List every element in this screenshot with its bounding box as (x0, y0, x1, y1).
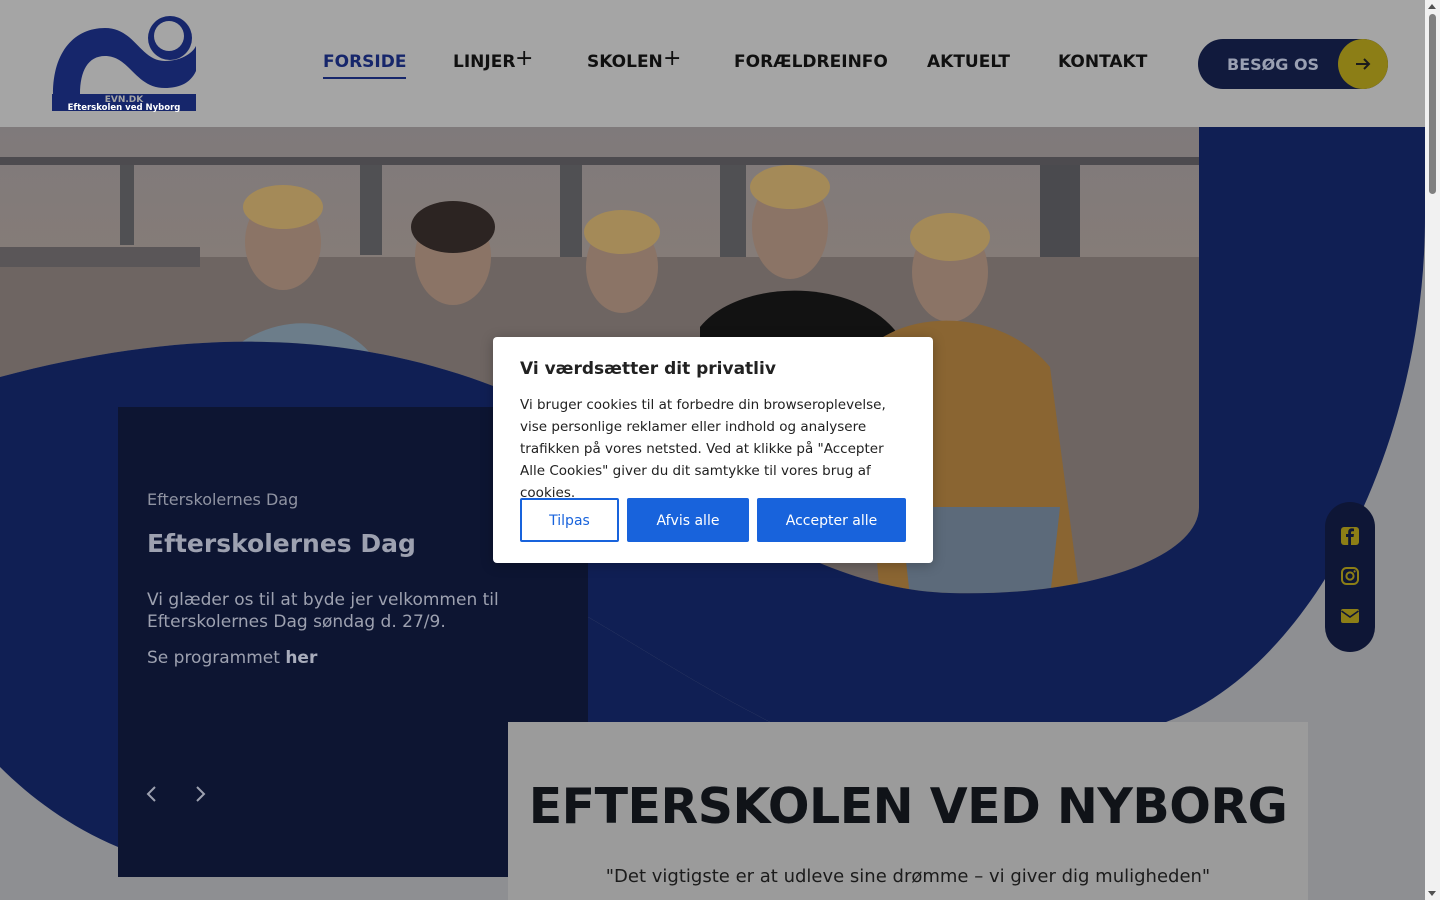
scroll-up-icon[interactable] (1428, 4, 1436, 9)
chevron-right-icon[interactable] (188, 782, 212, 806)
linjer-expand-icon[interactable]: + (515, 46, 533, 71)
school-heading: EFTERSKOLEN VED NYBORG (528, 778, 1288, 835)
nav-forside[interactable]: FORSIDE (323, 52, 407, 79)
chevron-left-icon[interactable] (140, 782, 164, 806)
mail-icon[interactable] (1340, 606, 1360, 626)
school-title-panel: EFTERSKOLEN VED NYBORG "Det vigtigste er… (508, 722, 1308, 900)
cookie-title: Vi værdsætter dit privatliv (520, 359, 776, 379)
visit-us-label: BESØG OS (1227, 55, 1320, 74)
cookie-customize-button[interactable]: Tilpas (520, 498, 619, 542)
cookie-text: Vi bruger cookies til at forbedre din br… (520, 397, 886, 501)
social-links (1325, 502, 1375, 652)
cookie-accept-button[interactable]: Accepter alle (757, 498, 906, 542)
arrow-right-icon (1338, 39, 1388, 89)
nav-foraeldreinfo[interactable]: FORÆLDREINFO (734, 52, 888, 72)
cookie-consent-dialog: Vi værdsætter dit privatliv Vi bruger co… (493, 337, 933, 563)
skolen-expand-icon[interactable]: + (663, 46, 681, 71)
event-program-line: Se programmet her (147, 648, 317, 668)
scrollbar-thumb[interactable] (1429, 14, 1436, 194)
event-body: Vi glæder os til at byde jer velkommen t… (147, 590, 499, 632)
school-logo[interactable]: EVN.DK Efterskolen ved Nyborg (50, 16, 197, 112)
page-scrollbar[interactable] (1425, 0, 1440, 900)
school-quote: "Det vigtigste er at udleve sine drømme … (605, 866, 1211, 887)
visit-us-button[interactable]: BESØG OS (1198, 39, 1388, 89)
event-title: Efterskolernes Dag (147, 529, 416, 558)
event-eyebrow: Efterskolernes Dag (147, 490, 299, 509)
cookie-reject-button[interactable]: Afvis alle (627, 498, 749, 542)
instagram-icon[interactable] (1340, 566, 1360, 586)
nav-skolen[interactable]: SKOLEN (587, 52, 663, 72)
event-program-link[interactable]: her (285, 648, 317, 668)
event-program-prefix: Se programmet (147, 648, 280, 668)
nav-linjer[interactable]: LINJER (453, 52, 515, 72)
site-header: EVN.DK Efterskolen ved Nyborg FORSIDE LI… (0, 0, 1425, 127)
scroll-down-icon[interactable] (1428, 891, 1436, 896)
nav-aktuelt[interactable]: AKTUELT (927, 52, 1010, 72)
logo-school-name: Efterskolen ved Nyborg (68, 103, 181, 112)
nav-kontakt[interactable]: KONTAKT (1058, 52, 1147, 72)
facebook-icon[interactable] (1340, 526, 1360, 546)
